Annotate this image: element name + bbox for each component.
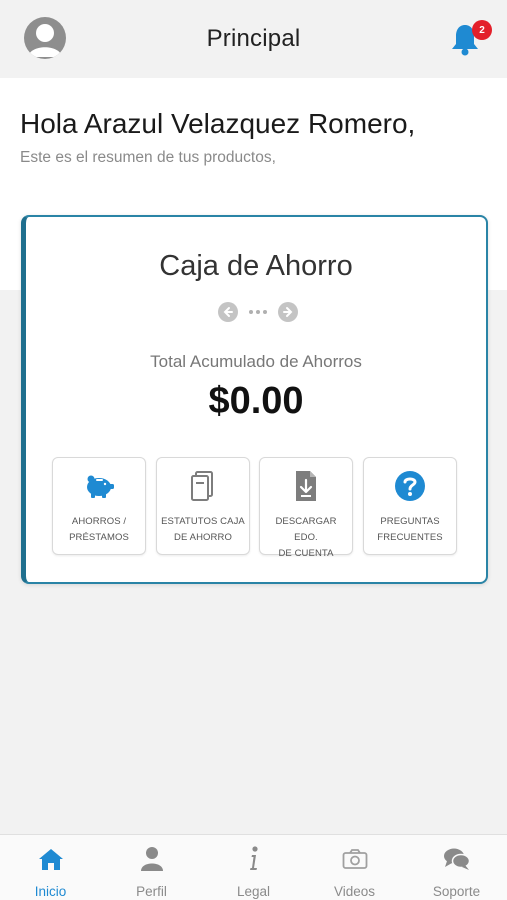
download-statement-button[interactable]: DESCARGAR EDO. DE CUENTA xyxy=(259,457,353,559)
page-title: Principal xyxy=(206,25,301,52)
question-icon xyxy=(395,471,425,501)
nav-item-perfil[interactable]: Perfil xyxy=(101,835,202,900)
user-icon xyxy=(28,24,62,57)
faq-button[interactable]: PREGUNTAS FRECUENTES xyxy=(363,457,457,555)
card-pager xyxy=(218,301,298,323)
document-icon xyxy=(191,471,213,501)
notification-badge: 2 xyxy=(472,20,492,40)
avatar[interactable] xyxy=(24,17,66,59)
statutes-button[interactable]: ESTATUTOS CAJA DE AHORRO xyxy=(156,457,250,555)
camera-icon xyxy=(342,849,367,869)
nav-label: Inicio xyxy=(34,884,67,899)
nav-label: Videos xyxy=(333,884,376,899)
total-value: $0.00 xyxy=(208,380,304,422)
nav-label: Soporte xyxy=(432,884,481,899)
nav-item-legal[interactable]: Legal xyxy=(203,835,304,900)
greeting-subtitle: Este es el resumen de tus productos, xyxy=(20,149,276,166)
info-icon xyxy=(249,846,258,870)
greeting-title: Hola Arazul Velazquez Romero, xyxy=(20,108,416,139)
nav-label: Legal xyxy=(236,884,271,899)
piggy-bank-icon xyxy=(87,475,114,498)
tile-label: ESTATUTOS CAJA DE AHORRO xyxy=(161,516,245,543)
arrow-right-icon xyxy=(283,307,293,317)
nav-label: Perfil xyxy=(136,884,167,899)
bottom-navigation: Inicio Perfil Legal Videos Soporte xyxy=(0,834,507,900)
download-file-icon xyxy=(296,471,316,501)
next-button[interactable] xyxy=(278,302,298,322)
savings-loans-button[interactable]: AHORROS / PRÉSTAMOS xyxy=(52,457,146,555)
person-icon xyxy=(140,847,163,871)
product-card: Caja de Ahorro Total Acumulado de Ahorro… xyxy=(21,215,488,584)
pager-dots xyxy=(249,310,267,314)
tile-label: PREGUNTAS FRECUENTES xyxy=(377,516,443,543)
top-app-bar: Principal 2 xyxy=(0,0,507,78)
tile-label: DESCARGAR EDO. DE CUENTA xyxy=(275,516,337,559)
previous-button[interactable] xyxy=(218,302,238,322)
nav-item-inicio[interactable]: Inicio xyxy=(0,835,101,900)
nav-item-videos[interactable]: Videos xyxy=(304,835,405,900)
chat-icon xyxy=(443,848,470,870)
nav-item-soporte[interactable]: Soporte xyxy=(406,835,507,900)
notifications-button[interactable]: 2 xyxy=(450,20,492,58)
tile-label: AHORROS / PRÉSTAMOS xyxy=(69,516,129,543)
card-title: Caja de Ahorro xyxy=(159,250,353,282)
arrow-left-icon xyxy=(223,307,233,317)
total-label: Total Acumulado de Ahorros xyxy=(150,352,362,371)
home-icon xyxy=(38,849,63,870)
